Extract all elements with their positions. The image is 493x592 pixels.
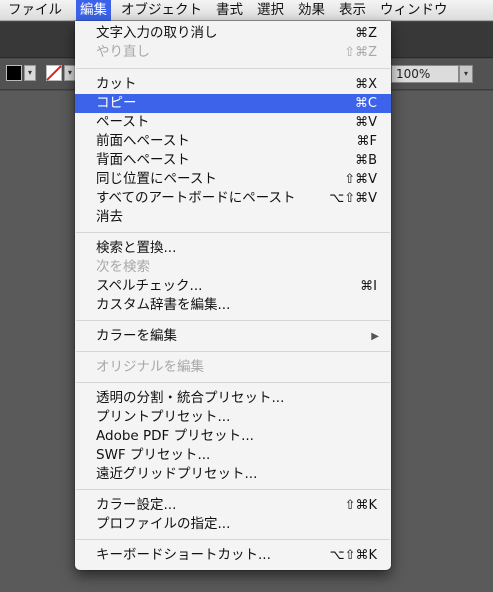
menu-item-label: オリジナルを編集	[96, 359, 204, 375]
menu-item-undo[interactable]: 文字入力の取り消し ⌘Z	[75, 24, 391, 43]
menu-item-shortcut: ⌘Z	[355, 26, 377, 41]
menu-item-paste-in-back[interactable]: 背面へペースト ⌘B	[75, 151, 391, 170]
fill-dropdown-arrow-icon[interactable]: ▾	[24, 65, 36, 81]
menu-item-color-settings[interactable]: カラー設定... ⇧⌘K	[75, 496, 391, 515]
menu-item-shortcut: ⌘I	[360, 279, 377, 294]
edit-menu-dropdown: 文字入力の取り消し ⌘Z やり直し ⇧⌘Z カット ⌘X コピー ⌘C ペースト…	[75, 21, 391, 570]
menu-effect[interactable]: 効果	[294, 0, 329, 21]
menu-separator	[76, 489, 390, 490]
menu-item-label: スペルチェック...	[96, 278, 203, 294]
menu-window[interactable]: ウィンドウ	[376, 0, 452, 21]
menu-edit[interactable]: 編集	[76, 0, 111, 21]
menu-separator	[76, 320, 390, 321]
menu-separator	[76, 68, 390, 69]
menu-item-print-presets[interactable]: プリントプリセット...	[75, 408, 391, 427]
menu-item-shortcut: ⌘C	[354, 96, 377, 111]
menu-item-shortcut: ⌘V	[355, 115, 377, 130]
menu-item-label: 遠近グリッドプリセット...	[96, 466, 258, 482]
menu-item-find-next: 次を検索	[75, 258, 391, 277]
menu-item-shortcut: ⌥⇧⌘K	[329, 548, 377, 563]
menu-item-label: ペースト	[96, 114, 150, 130]
menu-separator	[76, 382, 390, 383]
menu-item-transparency-flattener-presets[interactable]: 透明の分割・統合プリセット...	[75, 389, 391, 408]
menu-item-pdf-presets[interactable]: Adobe PDF プリセット...	[75, 427, 391, 446]
menu-item-keyboard-shortcuts[interactable]: キーボードショートカット... ⌥⇧⌘K	[75, 546, 391, 565]
menu-item-label: すべてのアートボードにペースト	[96, 190, 296, 206]
menu-separator	[76, 351, 390, 352]
menu-item-shortcut: ⌘X	[355, 77, 377, 92]
menu-item-shortcut: ⌘B	[355, 153, 377, 168]
menu-item-assign-profile[interactable]: プロファイルの指定...	[75, 515, 391, 534]
menu-item-perspective-grid-presets[interactable]: 遠近グリッドプリセット...	[75, 465, 391, 484]
submenu-arrow-icon: ▶	[371, 331, 379, 342]
menu-item-label: 背面へペースト	[96, 152, 190, 168]
menu-item-shortcut: ⌥⇧⌘V	[329, 191, 377, 206]
menu-item-clear[interactable]: 消去	[75, 208, 391, 227]
menu-object[interactable]: オブジェクト	[117, 0, 206, 21]
menu-view[interactable]: 表示	[335, 0, 370, 21]
menu-item-label: キーボードショートカット...	[96, 547, 271, 563]
menu-item-label: やり直し	[96, 44, 150, 60]
menu-item-label: カラーを編集	[96, 328, 177, 344]
stroke-color-swatch[interactable]	[46, 65, 62, 81]
menu-item-swf-presets[interactable]: SWF プリセット...	[75, 446, 391, 465]
menu-separator	[76, 232, 390, 233]
menu-item-edit-custom-dictionary[interactable]: カスタム辞書を編集...	[75, 296, 391, 315]
menu-separator	[76, 539, 390, 540]
menu-item-label: 同じ位置にペースト	[96, 171, 217, 187]
menu-item-label: 消去	[96, 209, 123, 225]
menu-file[interactable]: ファイル	[0, 0, 66, 21]
fill-color-swatch[interactable]	[6, 65, 22, 81]
menu-item-label: プロファイルの指定...	[96, 516, 231, 532]
zoom-dropdown-arrow-icon[interactable]: ▾	[459, 65, 473, 83]
menu-item-paste-in-front[interactable]: 前面へペースト ⌘F	[75, 132, 391, 151]
menu-item-edit-colors[interactable]: カラーを編集 ▶	[75, 327, 391, 346]
menu-item-label: 前面へペースト	[96, 133, 190, 149]
menu-item-label: Adobe PDF プリセット...	[96, 428, 254, 444]
zoom-field[interactable]: 100%	[391, 65, 459, 83]
menu-item-find-replace[interactable]: 検索と置換...	[75, 239, 391, 258]
menu-item-paste[interactable]: ペースト ⌘V	[75, 113, 391, 132]
menu-item-label: プリントプリセット...	[96, 409, 231, 425]
menu-item-shortcut: ⌘F	[356, 134, 377, 149]
menu-item-label: カット	[96, 76, 137, 92]
menu-item-shortcut: ⇧⌘V	[344, 172, 377, 187]
menu-item-shortcut: ⇧⌘Z	[344, 45, 377, 60]
menu-item-redo: やり直し ⇧⌘Z	[75, 43, 391, 62]
menu-item-label: 透明の分割・統合プリセット...	[96, 390, 285, 406]
menu-item-spell-check[interactable]: スペルチェック... ⌘I	[75, 277, 391, 296]
menu-item-label: SWF プリセット...	[96, 447, 211, 463]
menu-item-paste-on-all-artboards[interactable]: すべてのアートボードにペースト ⌥⇧⌘V	[75, 189, 391, 208]
menu-item-label: コピー	[96, 95, 137, 111]
menu-item-shortcut: ⇧⌘K	[344, 498, 377, 513]
menu-item-edit-original: オリジナルを編集	[75, 358, 391, 377]
menu-select[interactable]: 選択	[253, 0, 288, 21]
menu-item-label: カラー設定...	[96, 497, 177, 513]
menu-item-label: 検索と置換...	[96, 240, 177, 256]
menu-type[interactable]: 書式	[212, 0, 247, 21]
menu-item-label: 文字入力の取り消し	[96, 25, 218, 41]
menu-bar: ファイル 編集 オブジェクト 書式 選択 効果 表示 ウィンドウ	[0, 0, 493, 21]
menu-item-label: 次を検索	[96, 259, 150, 275]
menu-item-label: カスタム辞書を編集...	[96, 297, 231, 313]
menu-item-paste-in-place[interactable]: 同じ位置にペースト ⇧⌘V	[75, 170, 391, 189]
menu-item-cut[interactable]: カット ⌘X	[75, 75, 391, 94]
menu-item-copy[interactable]: コピー ⌘C	[75, 94, 391, 113]
